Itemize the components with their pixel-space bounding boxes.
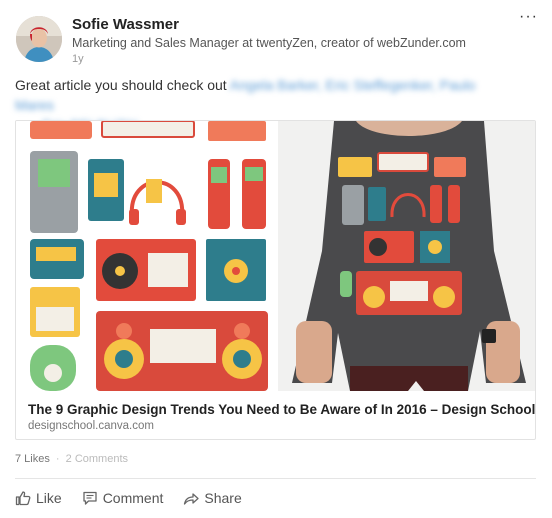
- post-actions: Like Comment Share: [15, 490, 242, 506]
- like-button[interactable]: Like: [15, 490, 62, 506]
- more-options-button[interactable]: ···: [519, 8, 538, 26]
- author-headline: Marketing and Sales Manager at twentyZen…: [72, 36, 466, 50]
- shared-link-card[interactable]: The 9 Graphic Design Trends You Need to …: [15, 120, 536, 440]
- likes-count[interactable]: 7 Likes: [15, 453, 50, 465]
- post-text-intro: Great article you should check out: [15, 77, 227, 93]
- article-title[interactable]: The 9 Graphic Design Trends You Need to …: [28, 402, 535, 417]
- like-label: Like: [36, 490, 62, 506]
- comment-button[interactable]: Comment: [82, 490, 164, 506]
- feed-post: Sofie Wassmer Marketing and Sales Manage…: [0, 0, 552, 518]
- ellipsis-icon: ···: [519, 8, 538, 25]
- share-icon: [184, 493, 200, 505]
- author-avatar[interactable]: [16, 16, 62, 62]
- avatar-image: [16, 16, 62, 62]
- comment-label: Comment: [102, 490, 164, 506]
- author-name[interactable]: Sofie Wassmer: [72, 16, 179, 33]
- comments-count[interactable]: 2 Comments: [66, 453, 128, 465]
- comment-icon: [83, 491, 97, 505]
- actions-divider: [15, 478, 536, 479]
- social-counts: 7 Likes · 2 Comments: [15, 453, 128, 465]
- thumbs-up-icon: [15, 491, 31, 506]
- article-domain: designschool.canva.com: [28, 420, 154, 432]
- article-preview-image: [16, 121, 535, 391]
- count-separator: ·: [55, 453, 60, 465]
- post-timestamp: 1y: [72, 53, 84, 65]
- share-label: Share: [204, 490, 242, 506]
- share-button[interactable]: Share: [183, 490, 242, 506]
